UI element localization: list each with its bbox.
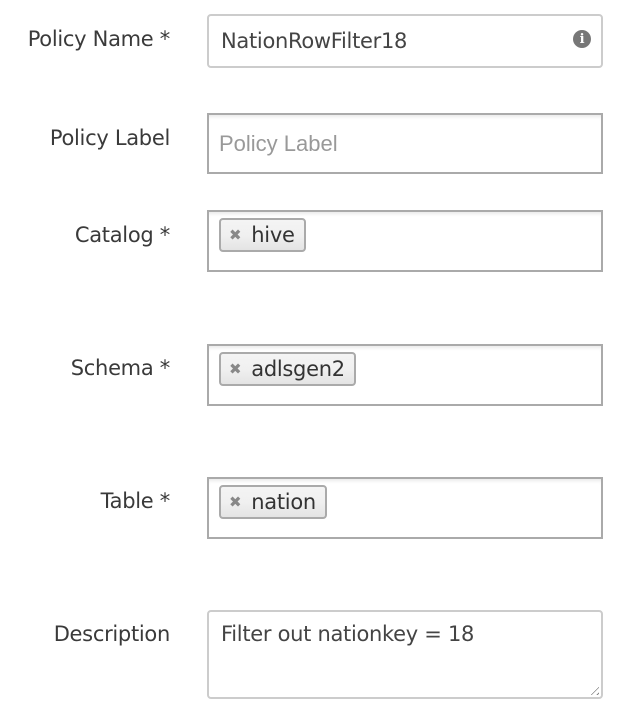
policy-name-label: Policy Name * (27, 27, 171, 51)
description-textarea[interactable]: Filter out nationkey = 18 (207, 610, 603, 699)
schema-tag-label: adlsgen2 (251, 357, 345, 381)
policy-label-placeholder: Policy Label (219, 130, 338, 156)
policy-name-input[interactable]: NationRowFilter18 i (207, 14, 603, 68)
resize-handle-icon[interactable] (587, 683, 599, 695)
remove-tag-icon[interactable]: ✖ (229, 493, 242, 511)
policy-name-value: NationRowFilter18 (221, 29, 408, 53)
remove-tag-icon[interactable]: ✖ (229, 226, 242, 244)
table-tag-label: nation (251, 490, 316, 514)
catalog-tag: ✖ hive (219, 218, 306, 252)
catalog-label: Catalog * (74, 223, 170, 247)
catalog-tag-label: hive (251, 223, 295, 247)
table-tag: ✖ nation (219, 485, 327, 519)
policy-label-label: Policy Label (49, 126, 170, 150)
remove-tag-icon[interactable]: ✖ (229, 360, 242, 378)
info-icon[interactable]: i (573, 30, 591, 48)
policy-label-input[interactable]: Policy Label (207, 113, 603, 174)
description-value: Filter out nationkey = 18 (221, 622, 475, 646)
table-select[interactable]: ✖ nation (207, 477, 603, 539)
description-label: Description (53, 622, 171, 646)
schema-tag: ✖ adlsgen2 (219, 352, 356, 386)
schema-select[interactable]: ✖ adlsgen2 (207, 344, 603, 406)
schema-label: Schema * (70, 356, 171, 380)
catalog-select[interactable]: ✖ hive (207, 210, 603, 272)
table-label: Table * (100, 489, 171, 513)
